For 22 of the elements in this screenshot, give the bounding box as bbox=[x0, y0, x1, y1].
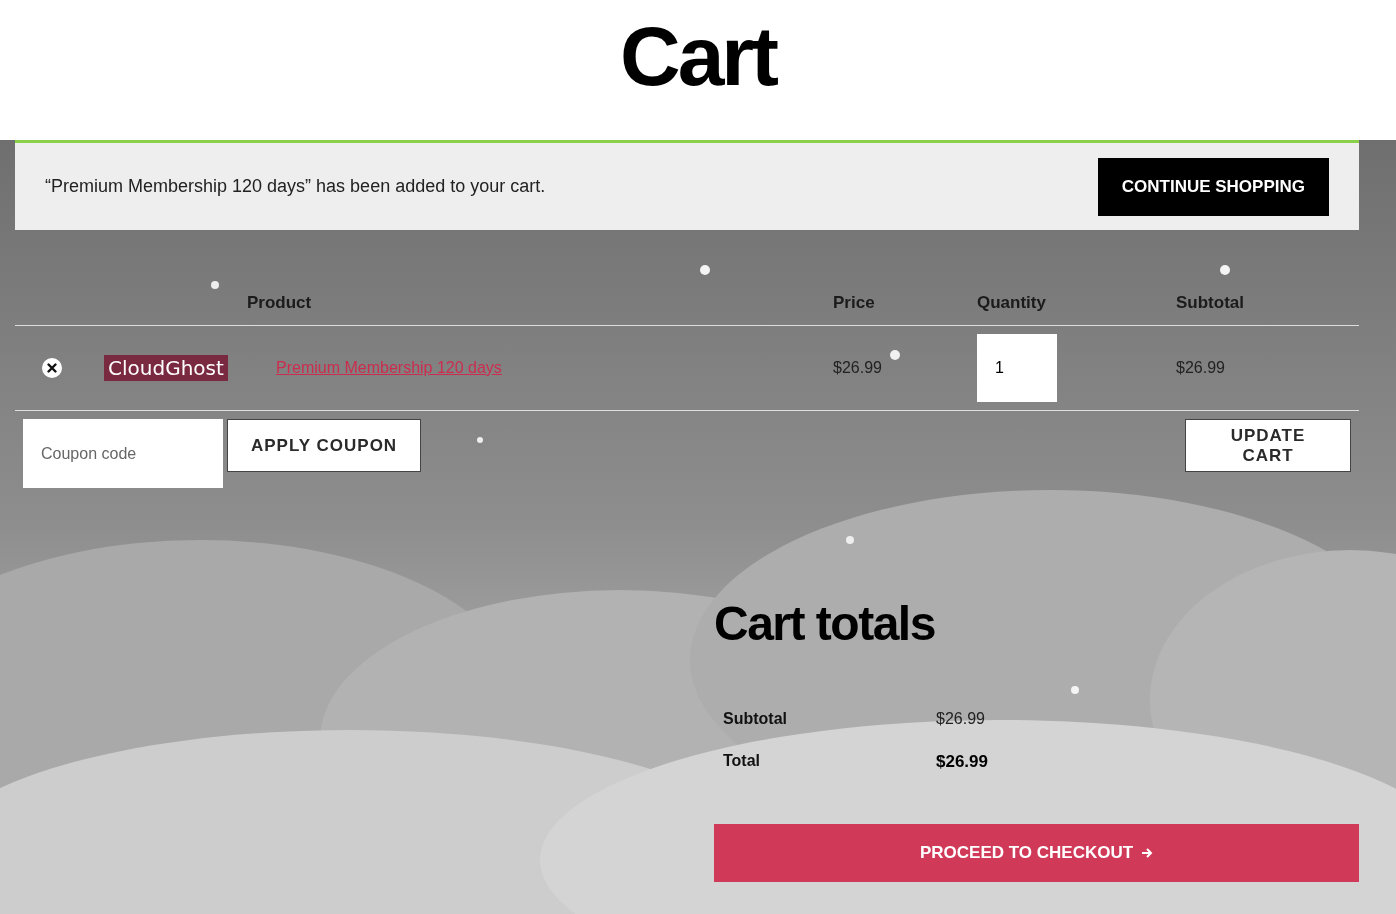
column-header: Price bbox=[833, 291, 876, 313]
remove-icon[interactable] bbox=[42, 358, 62, 378]
page-title: Cart bbox=[619, 8, 776, 104]
update-cart-button[interactable]: UPDATE CART bbox=[1185, 419, 1351, 472]
coupon-field[interactable]: Coupon code bbox=[23, 419, 223, 488]
arrow-icon bbox=[1141, 847, 1154, 859]
subtotal-text: $26.99 bbox=[1176, 359, 1225, 377]
product-logo[interactable]: CloudGhost bbox=[104, 355, 228, 381]
apply-coupon-button[interactable]: APPLY COUPON bbox=[227, 419, 422, 472]
column-header: Subtotal bbox=[1176, 291, 1245, 313]
price-text: $26.99 bbox=[833, 359, 882, 377]
notice-message: “Premium Membership 120 days” has been added to your cart. bbox=[45, 176, 546, 197]
quantity-field[interactable]: 1 bbox=[977, 334, 1057, 402]
column-header: Product bbox=[247, 291, 313, 313]
total-value: $26.99 bbox=[936, 752, 989, 772]
continue-shopping-button[interactable]: CONTINUE SHOPPING bbox=[1097, 157, 1329, 216]
column-header: Quantity bbox=[977, 291, 1047, 313]
subtotal-label: Subtotal bbox=[723, 710, 788, 728]
checkout-button[interactable]: PROCEED TO CHECKOUT bbox=[714, 824, 1359, 882]
totals-heading: Cart totals bbox=[714, 596, 936, 652]
total-label: Total bbox=[723, 752, 762, 771]
subtotal-value: $26.99 bbox=[936, 710, 986, 728]
